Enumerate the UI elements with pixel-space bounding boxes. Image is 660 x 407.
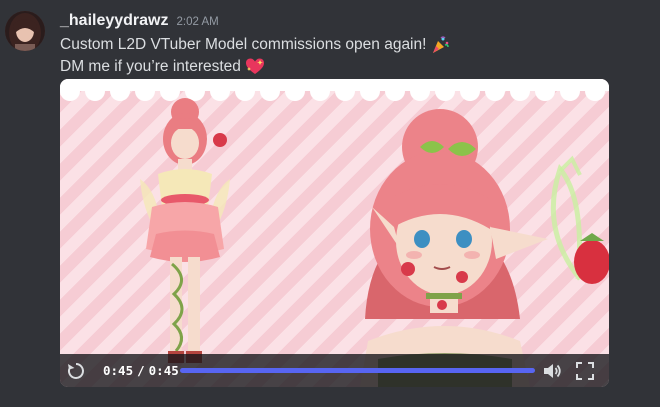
timestamp[interactable]: 2:02 AM bbox=[177, 16, 219, 28]
message-line-2: DM me if you’re interested bbox=[60, 57, 265, 77]
message-header: _haileyydrawz 2:02 AM bbox=[60, 12, 219, 30]
video-attachment[interactable]: 0:45 / 0:45 bbox=[60, 79, 609, 387]
replay-icon[interactable] bbox=[66, 361, 86, 381]
username[interactable]: _haileyydrawz bbox=[60, 12, 169, 30]
time-separator: / bbox=[137, 363, 145, 378]
progress-fill bbox=[180, 368, 535, 373]
vtuber-artwork bbox=[60, 79, 609, 387]
time-display: 0:45 / 0:45 bbox=[103, 363, 179, 378]
current-time: 0:45 bbox=[103, 363, 134, 378]
video-controls: 0:45 / 0:45 bbox=[60, 354, 609, 387]
message-line-1: Custom L2D VTuber Model commissions open… bbox=[60, 35, 450, 55]
message-text: Custom L2D VTuber Model commissions open… bbox=[60, 36, 427, 53]
fullscreen-icon[interactable] bbox=[575, 361, 595, 381]
progress-bar[interactable] bbox=[180, 368, 535, 373]
party-popper-icon bbox=[430, 35, 450, 55]
duration: 0:45 bbox=[148, 363, 179, 378]
avatar[interactable] bbox=[5, 11, 45, 51]
sparkling-heart-icon bbox=[245, 57, 265, 77]
volume-icon[interactable] bbox=[542, 361, 562, 381]
message-text: DM me if you’re interested bbox=[60, 58, 241, 75]
